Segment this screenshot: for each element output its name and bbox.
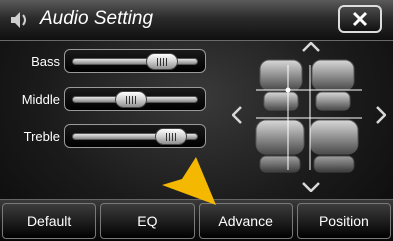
middle-label: Middle	[21, 92, 60, 107]
bass-slider[interactable]	[64, 49, 206, 73]
speaker-icon	[11, 12, 26, 28]
arrow-down-icon[interactable]	[302, 182, 320, 192]
middle-slider-thumb[interactable]	[115, 91, 148, 108]
treble-track	[72, 128, 198, 145]
car-seats-graphic	[255, 59, 362, 173]
treble-slider[interactable]	[64, 124, 206, 148]
page-title: Audio Setting	[40, 8, 154, 29]
bass-label: Bass	[31, 54, 60, 69]
bass-slider-thumb[interactable]	[146, 53, 179, 70]
tab-position[interactable]: Position	[296, 203, 391, 239]
close-icon	[352, 11, 368, 27]
arrow-up-icon[interactable]	[302, 42, 320, 52]
bass-track	[72, 53, 198, 70]
pointer-arrow-icon	[162, 157, 216, 205]
header-bar: Audio Setting	[0, 0, 393, 41]
middle-slider[interactable]	[64, 87, 206, 111]
tab-default[interactable]: Default	[2, 203, 97, 239]
arrow-right-icon[interactable]	[376, 106, 386, 124]
balance-fader-area[interactable]	[228, 40, 393, 195]
arrow-left-icon[interactable]	[232, 106, 242, 124]
middle-track	[72, 91, 198, 108]
audio-setting-screen: Audio Setting Bass Middle Treble Default…	[0, 0, 393, 241]
close-button[interactable]	[338, 5, 382, 33]
treble-slider-thumb[interactable]	[154, 128, 187, 145]
treble-label: Treble	[23, 129, 60, 144]
